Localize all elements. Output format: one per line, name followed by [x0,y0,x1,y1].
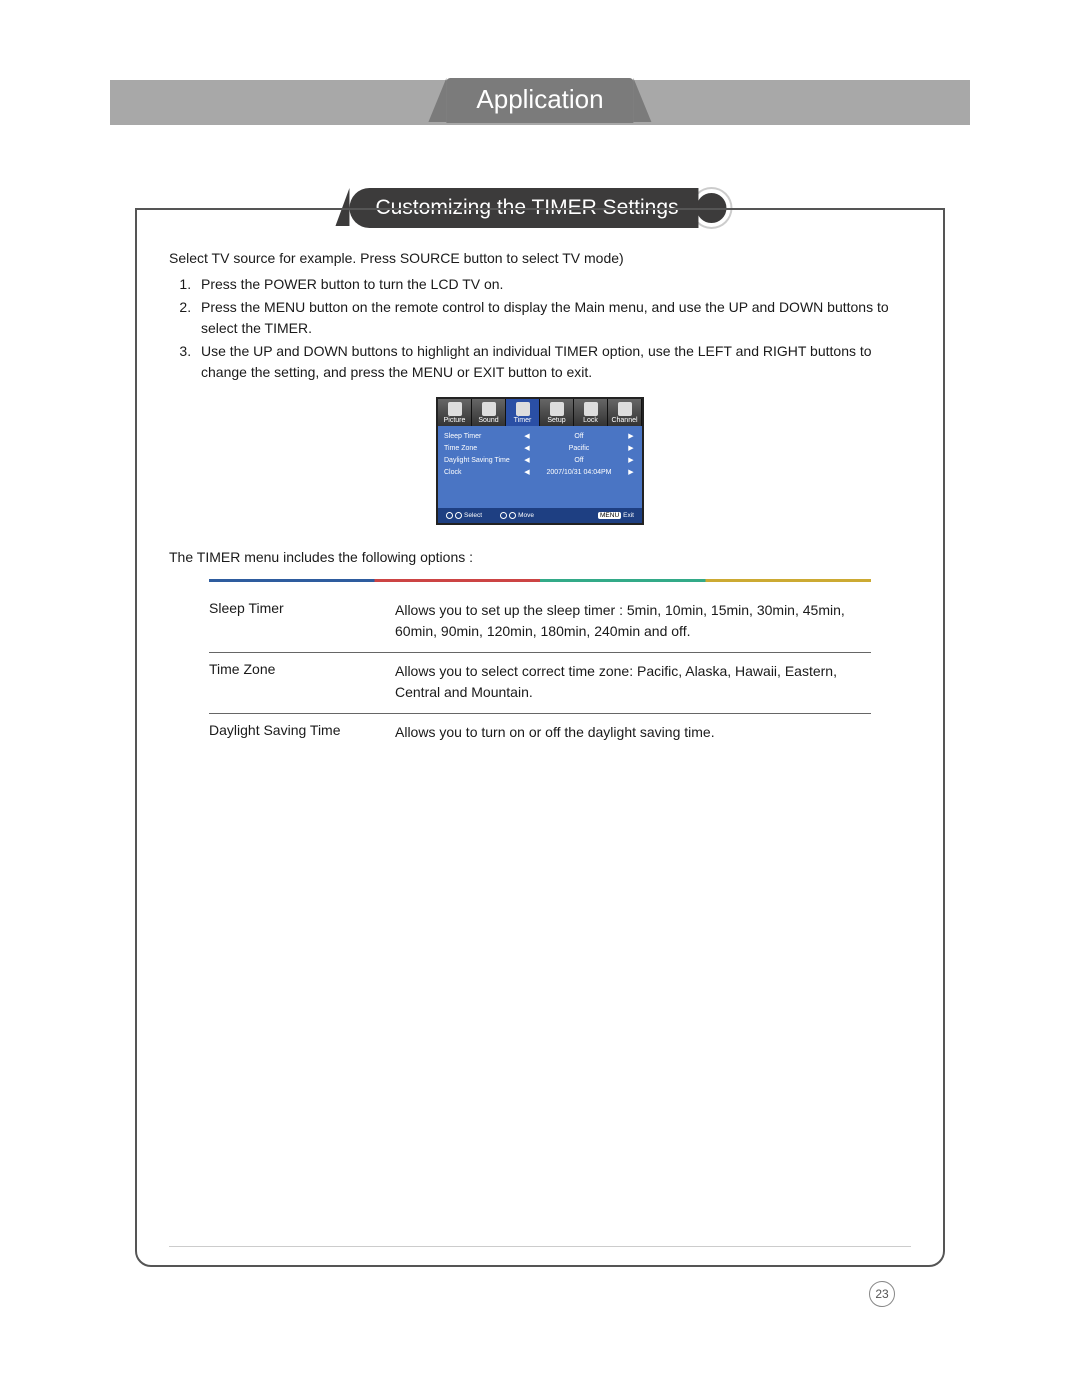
right-arrow-icon: ▶ [626,468,636,476]
osd-screenshot: Picture Sound Timer Setup Lock Channel S… [436,397,644,525]
option-row: Time Zone Allows you to select correct t… [209,653,871,714]
option-desc: Allows you to select correct time zone: … [395,661,871,703]
footer-select: Select [446,512,482,519]
option-row: Daylight Saving Time Allows you to turn … [209,714,871,753]
option-name: Time Zone [209,661,369,703]
step-item: Press the POWER button to turn the LCD T… [195,274,911,295]
step-item: Use the UP and DOWN buttons to highlight… [195,341,911,383]
right-arrow-icon: ▶ [626,444,636,452]
osd-tab-channel: Channel [608,399,642,426]
osd-tab-picture: Picture [438,399,472,426]
options-intro: The TIMER menu includes the following op… [169,549,911,565]
option-desc: Allows you to set up the sleep timer : 5… [395,600,871,642]
option-desc: Allows you to turn on or off the dayligh… [395,722,871,743]
osd-footer: Select Move MENUExit [438,508,642,523]
osd-row-sleep-timer: Sleep Timer ◀ Off ▶ [444,430,636,442]
options-table: Sleep Timer Allows you to set up the sle… [209,592,871,753]
osd-tab-lock: Lock [574,399,608,426]
instruction-steps: Press the POWER button to turn the LCD T… [195,274,911,383]
step-item: Press the MENU button on the remote cont… [195,297,911,339]
footer-move: Move [500,512,534,519]
colored-divider [209,579,871,582]
right-arrow-icon: ▶ [626,432,636,440]
osd-tab-row: Picture Sound Timer Setup Lock Channel [438,399,642,426]
timer-icon [516,402,530,416]
sound-icon [482,402,496,416]
circle-icon [446,512,453,519]
frame-bottom-divider [169,1246,911,1247]
osd-row-clock: Clock ◀ 2007/10/31 04:04PM ▶ [444,466,636,478]
left-arrow-icon: ◀ [522,432,532,440]
osd-body: Sleep Timer ◀ Off ▶ Time Zone ◀ Pacific … [438,426,642,508]
osd-row-time-zone: Time Zone ◀ Pacific ▶ [444,442,636,454]
intro-text: Select TV source for example. Press SOUR… [169,248,911,268]
footer-exit: MENUExit [598,512,634,519]
option-name: Sleep Timer [209,600,369,642]
circle-icon [455,512,462,519]
osd-tab-setup: Setup [540,399,574,426]
left-arrow-icon: ◀ [522,456,532,464]
osd-row-dst: Daylight Saving Time ◀ Off ▶ [444,454,636,466]
content-frame: Select TV source for example. Press SOUR… [135,208,945,1267]
chapter-title: Application [446,78,633,123]
circle-icon [509,512,516,519]
circle-icon [500,512,507,519]
page-number: 23 [869,1281,895,1307]
channel-icon [618,402,632,416]
setup-icon [550,402,564,416]
osd-tab-sound: Sound [472,399,506,426]
manual-page: Application Customizing the TIMER Settin… [0,0,1080,1397]
left-arrow-icon: ◀ [522,444,532,452]
lock-icon [584,402,598,416]
picture-icon [448,402,462,416]
left-arrow-icon: ◀ [522,468,532,476]
right-arrow-icon: ▶ [626,456,636,464]
osd-tab-timer: Timer [506,399,540,426]
option-name: Daylight Saving Time [209,722,369,743]
option-row: Sleep Timer Allows you to set up the sle… [209,592,871,653]
